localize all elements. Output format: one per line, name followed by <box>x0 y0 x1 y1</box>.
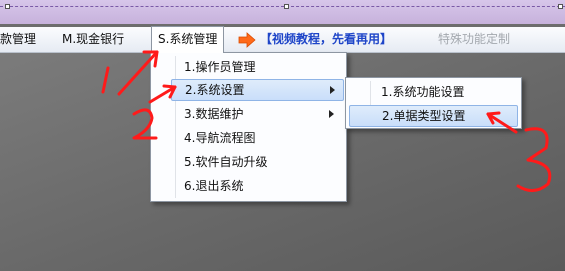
menu-item-data-maintenance[interactable]: 3.数据维护 <box>171 103 344 125</box>
menu-item-operator-management[interactable]: 1.操作员管理 <box>171 56 344 78</box>
submenu-arrow-icon <box>330 86 335 94</box>
menu-item-system-settings[interactable]: 2.系统设置 <box>171 79 344 101</box>
menu-item-function-settings[interactable]: 1.系统功能设置 <box>368 81 518 103</box>
menu-item-document-type-settings[interactable]: 2.单据类型设置 <box>349 105 518 127</box>
system-settings-submenu: 1.系统功能设置 2.单据类型设置 <box>345 77 522 129</box>
window-title-bar <box>0 0 565 24</box>
submenu-arrow-icon <box>329 110 334 118</box>
menu-cash-bank[interactable]: M.现金银行 <box>62 27 124 52</box>
menu-item-label: 3.数据维护 <box>184 107 244 121</box>
selection-border <box>0 6 565 7</box>
menu-item-auto-upgrade[interactable]: 5.软件自动升级 <box>171 151 344 173</box>
menu-system-management[interactable]: S.系统管理 <box>151 26 225 53</box>
menu-payment-management[interactable]: 款管理 <box>0 27 36 52</box>
menu-bar: 款管理 M.现金银行 S.系统管理 【视频教程，先看再用】 特殊功能定制 <box>0 26 565 53</box>
menu-item-label: 2.系统设置 <box>185 83 245 97</box>
selection-handle[interactable] <box>558 4 563 9</box>
selection-handle[interactable] <box>5 4 10 9</box>
menu-item-navigation-flowchart[interactable]: 4.导航流程图 <box>171 127 344 149</box>
selection-handle[interactable] <box>284 4 289 9</box>
menu-video-tutorial[interactable]: 【视频教程，先看再用】 <box>260 27 392 52</box>
arrow-right-icon <box>238 32 256 48</box>
menu-item-exit-system[interactable]: 6.退出系统 <box>171 175 344 197</box>
menu-special-customization: 特殊功能定制 <box>438 32 511 46</box>
system-management-dropdown: 1.操作员管理 2.系统设置 3.数据维护 4.导航流程图 5.软件自动升级 6… <box>150 52 347 202</box>
